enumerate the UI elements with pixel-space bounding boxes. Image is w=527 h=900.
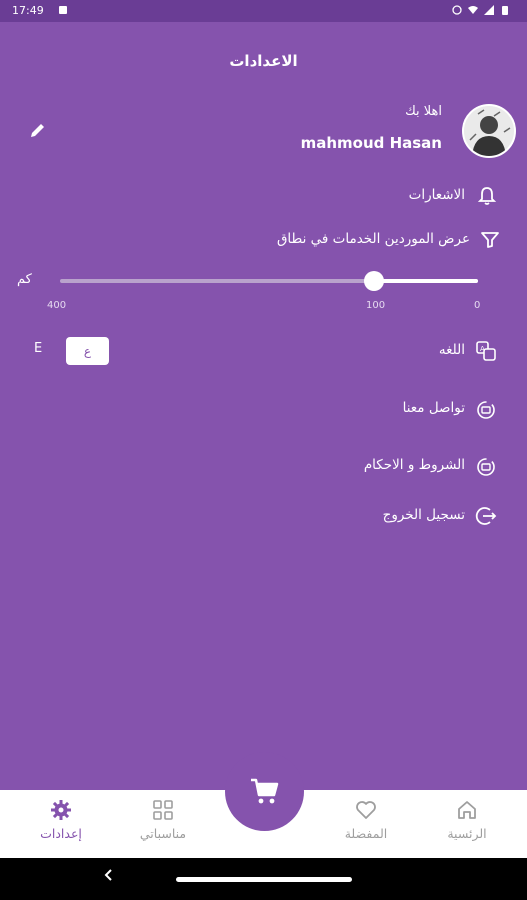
logout-item[interactable]: تسجيل الخروج [383, 507, 465, 523]
range-filter-label: عرض الموردين الخدمات في نطاق [276, 231, 470, 247]
range-max-label: 400 [47, 300, 67, 311]
page-title: الاعدادات [229, 52, 298, 70]
nav-occasions[interactable]: مناسباتي [118, 798, 208, 841]
greeting-text: اهلا بك [405, 104, 442, 119]
heart-icon [356, 801, 376, 819]
range-slider[interactable] [60, 271, 478, 291]
terms-item[interactable]: الشروط و الاحكام [364, 457, 465, 473]
nav-favorites[interactable]: المفضلة [321, 798, 411, 841]
gear-icon [51, 800, 71, 820]
filter-icon [481, 232, 499, 248]
contact-us-item[interactable]: تواصل معنا [403, 400, 465, 416]
contact-icon [477, 401, 495, 419]
grid-icon [153, 800, 173, 820]
avatar-image [464, 106, 514, 156]
back-chevron-icon[interactable] [103, 868, 113, 882]
cart-icon [251, 778, 279, 804]
notifications-item[interactable]: الاشعارات [409, 187, 465, 203]
language-item[interactable]: اللغه [439, 342, 465, 358]
nav-settings-label: إعدادات [40, 826, 82, 841]
notification-icon [59, 6, 67, 14]
bell-icon [477, 187, 497, 205]
nav-favorites-label: المفضلة [344, 826, 388, 841]
signal-icon [484, 5, 494, 15]
cart-button[interactable] [225, 752, 304, 831]
language-english-option[interactable]: E [34, 341, 42, 356]
translate-icon: A [476, 341, 496, 361]
range-unit: كم [17, 272, 32, 287]
nav-home[interactable]: الرئسية [422, 798, 512, 841]
nav-occasions-label: مناسباتي [139, 826, 187, 841]
status-time: 17:49 [12, 4, 44, 17]
svg-text:A: A [480, 345, 485, 353]
logout-icon [475, 507, 497, 525]
range-min-label: 0 [474, 300, 481, 311]
edit-profile-icon[interactable] [28, 120, 48, 140]
status-bar: 17:49 [0, 0, 527, 22]
system-nav-bar [0, 858, 527, 900]
home-icon [458, 801, 476, 819]
battery-icon [502, 6, 508, 15]
range-slider-fill [373, 279, 478, 283]
terms-icon [477, 458, 495, 476]
settings-screen: الاعدادات اهلا بك mahmoud Hasan الاشعارا… [0, 22, 527, 790]
avatar[interactable] [462, 104, 516, 158]
nav-settings[interactable]: إعدادات [16, 798, 106, 841]
home-gesture-pill[interactable] [176, 877, 352, 882]
dnd-icon [452, 5, 462, 15]
wifi-icon [468, 6, 478, 14]
nav-home-label: الرئسية [447, 826, 487, 841]
user-name: mahmoud Hasan [300, 134, 442, 152]
range-slider-thumb[interactable] [363, 271, 384, 291]
language-arabic-toggle[interactable]: ع [66, 337, 109, 365]
range-mid-label: 100 [366, 300, 386, 311]
